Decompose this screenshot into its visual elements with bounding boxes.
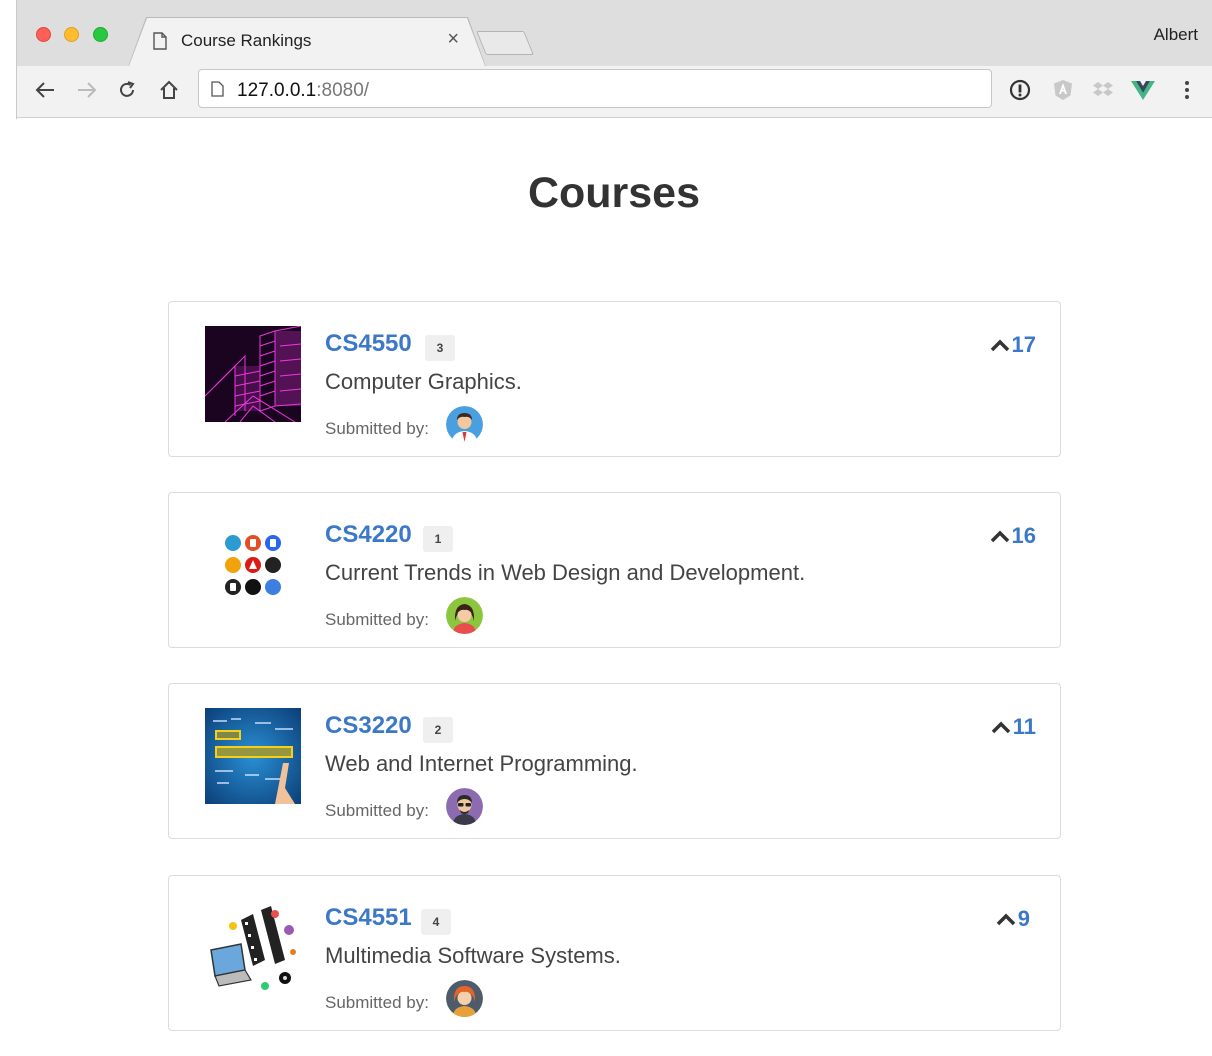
course-description: Computer Graphics.	[325, 369, 522, 394]
home-icon[interactable]	[155, 76, 183, 104]
upvote-button[interactable]: 9	[996, 906, 1030, 932]
zoom-window-button[interactable]	[93, 27, 108, 42]
rank-badge: 1	[423, 526, 453, 552]
submitter-avatar	[446, 788, 483, 825]
vote-count: 9	[1017, 906, 1030, 931]
vote-count: 16	[1011, 523, 1036, 548]
upvote-chevron-icon	[996, 913, 1015, 926]
course-description: Current Trends in Web Design and Develop…	[325, 560, 806, 585]
course-code-link[interactable]: CS4550	[325, 330, 412, 358]
reload-icon[interactable]	[113, 76, 141, 104]
password-manager-icon[interactable]	[1008, 78, 1032, 102]
url-text: 127.0.0.1:8080/	[237, 80, 369, 102]
new-tab-button[interactable]	[476, 31, 534, 55]
submitter-avatar	[446, 980, 483, 1017]
address-bar[interactable]: 127.0.0.1:8080/	[198, 69, 992, 108]
upvote-button[interactable]: 11	[991, 714, 1036, 740]
submitted-by-label: Submitted by:	[325, 993, 429, 1012]
upvote-button[interactable]: 17	[990, 332, 1036, 358]
vote-count: 17	[1011, 332, 1036, 357]
submitted-by-label: Submitted by:	[325, 801, 429, 820]
course-thumbnail-web-tech	[205, 517, 301, 613]
back-arrow-icon[interactable]	[31, 76, 59, 104]
rank-badge: 3	[425, 335, 455, 361]
course-thumbnail-multimedia	[205, 900, 301, 996]
upvote-chevron-icon	[990, 530, 1009, 543]
tab-bar: Course Rankings × Albert	[17, 0, 1212, 66]
course-code-link[interactable]: CS4220	[325, 521, 412, 549]
page-title: Courses	[527, 169, 701, 217]
course-card: CS4551 4 Multimedia Software Systems. Su…	[168, 875, 1061, 1031]
course-card: CS4220 1 Current Trends in Web Design an…	[168, 492, 1061, 648]
tab-close-icon[interactable]: ×	[447, 28, 459, 51]
course-description: Web and Internet Programming.	[325, 751, 638, 776]
page-content: Courses CS4550 3 Computer Graphics. Subm…	[16, 119, 1212, 1056]
upvote-button[interactable]: 16	[990, 523, 1036, 549]
rank-badge: 2	[423, 717, 453, 743]
submitted-by-label: Submitted by:	[325, 419, 429, 438]
minimize-window-button[interactable]	[64, 27, 79, 42]
menu-kebab-icon[interactable]	[1175, 78, 1199, 102]
submitted-by-label: Submitted by:	[325, 610, 429, 629]
course-code-link[interactable]: CS4551	[325, 904, 412, 932]
url-port: :8080/	[316, 80, 370, 101]
course-code-link[interactable]: CS3220	[325, 712, 412, 740]
page-icon	[153, 32, 167, 50]
page-info-icon	[211, 81, 224, 97]
upvote-chevron-icon	[991, 721, 1010, 734]
course-thumbnail-web-development	[205, 708, 301, 804]
tab-title: Course Rankings	[181, 31, 312, 50]
vue-devtools-icon[interactable]	[1131, 78, 1155, 102]
url-host: 127.0.0.1	[237, 80, 317, 101]
course-card: CS4550 3 Computer Graphics. Submitted by…	[168, 301, 1061, 457]
forward-arrow-icon[interactable]	[73, 76, 101, 104]
course-description: Multimedia Software Systems.	[325, 943, 621, 968]
submitter-avatar	[446, 406, 483, 443]
course-thumbnail-graphics	[205, 326, 301, 422]
upvote-chevron-icon	[990, 339, 1009, 352]
vote-count: 11	[1012, 714, 1036, 739]
angular-extension-icon[interactable]	[1051, 78, 1075, 102]
dropbox-extension-icon[interactable]	[1091, 78, 1115, 102]
rank-badge: 4	[421, 909, 451, 935]
browser-tab[interactable]: Course Rankings ×	[129, 18, 485, 66]
profile-name[interactable]: Albert	[1154, 25, 1198, 45]
close-window-button[interactable]	[36, 27, 51, 42]
course-card: CS3220 2 Web and Internet Programming. S…	[168, 683, 1061, 839]
browser-toolbar: 127.0.0.1:8080/	[17, 66, 1212, 118]
submitter-avatar	[446, 597, 483, 634]
